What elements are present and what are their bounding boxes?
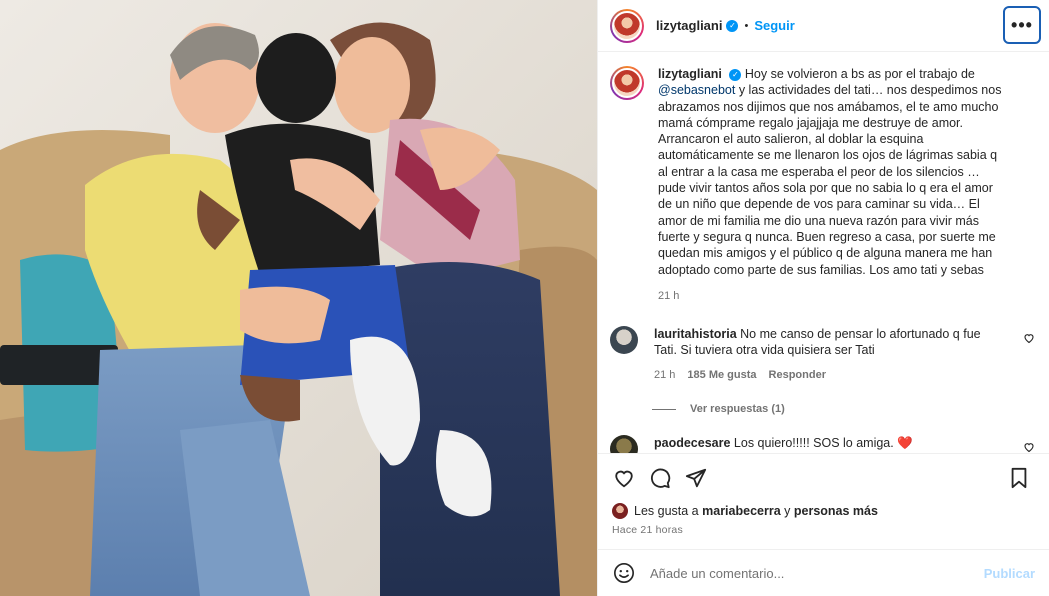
comment-input[interactable] [650,565,984,581]
comment-timestamp[interactable]: 21 h [654,367,675,383]
comment-text: Los quiero!!!!! SOS lo amiga. ❤️ [733,436,913,451]
comment-body: lauritahistoria No me canso de pensar lo… [654,326,1004,383]
likes-others-link[interactable]: personas más [794,504,878,518]
comment-body: paodecesare Los quiero!!!!! SOS lo amiga… [654,435,1004,453]
action-icons [612,466,1035,490]
comment-item: lauritahistoria No me canso de pensar lo… [610,326,1035,383]
comment-username[interactable]: paodecesare [654,436,730,450]
follow-button[interactable]: Seguir [754,18,794,33]
author-username[interactable]: lizytagliani [656,18,722,33]
liker-username[interactable]: mariabecerra [702,504,781,518]
caption-username[interactable]: lizytagliani [658,67,722,81]
comment-username[interactable]: lauritahistoria [654,327,737,341]
post-photo-illustration [0,0,597,596]
verified-icon: ✓ [726,19,739,32]
comment-avatar[interactable] [610,326,638,355]
separator-dot: • [744,19,749,32]
comment-avatar[interactable] [610,435,638,453]
view-replies-label: Ver respuestas (1) [690,403,785,416]
add-comment-bar: Publicar [598,549,1049,596]
comment-heart-icon[interactable] [1023,441,1035,453]
likes-connector: y [784,504,791,518]
publish-button[interactable]: Publicar [984,566,1035,581]
caption-timestamp[interactable]: 21 h [658,288,1008,304]
author-avatar[interactable] [610,8,644,43]
caption-body: lizytagliani ✓ Hoy se volvieron a bs as … [658,66,1008,304]
caption: lizytagliani ✓ Hoy se volvieron a bs as … [610,66,1035,304]
view-replies-button[interactable]: Ver respuestas (1) [652,403,1035,415]
caption-mention-link[interactable]: @sebasnebot [658,83,735,97]
heart-icon[interactable] [612,466,636,490]
more-options-button[interactable]: ••• [1003,6,1041,44]
caption-text-part2: y las actividades del tati… nos despedim… [658,83,1002,277]
reply-button[interactable]: Responder [769,367,826,383]
save-icon[interactable] [1007,466,1031,490]
comment-icon[interactable] [648,466,672,490]
post-header: lizytagliani ✓ • Seguir ••• [598,0,1049,52]
post-photo[interactable] [0,0,597,596]
comment-likes-count[interactable]: 185 Me gusta [687,367,756,383]
likes-prefix: Les gusta a [634,504,699,518]
caption-avatar[interactable] [610,66,644,100]
post-actions: Les gusta a mariabecerra y personas más … [598,453,1049,536]
share-icon[interactable] [684,466,708,490]
comments-section[interactable]: lizytagliani ✓ Hoy se volvieron a bs as … [598,52,1049,453]
replies-divider [652,408,676,410]
comment-heart-icon[interactable] [1023,332,1035,344]
verified-icon: ✓ [729,68,742,81]
post-timestamp[interactable]: Hace 21 horas [612,524,1035,536]
caption-text-part1: Hoy se volvieron a bs as por el trabajo … [744,67,975,81]
liker-avatar[interactable] [612,503,628,519]
emoji-icon[interactable] [612,561,636,585]
post-side-panel: lizytagliani ✓ • Seguir ••• lizytagliani… [597,0,1049,596]
likes-summary: Les gusta a mariabecerra y personas más [612,503,1035,519]
comment-meta: 21 h 185 Me gusta Responder [654,367,1004,383]
comment-item: paodecesare Los quiero!!!!! SOS lo amiga… [610,435,1035,453]
